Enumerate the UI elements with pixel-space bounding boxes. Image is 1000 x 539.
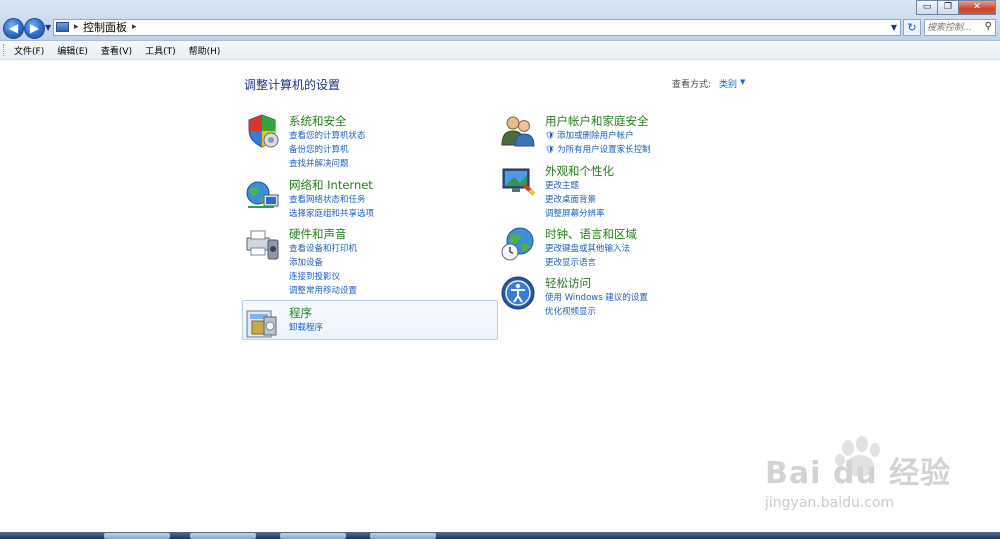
- refresh-button[interactable]: ↻: [903, 19, 921, 36]
- link-display-language[interactable]: 更改显示语言: [545, 256, 630, 270]
- category-title[interactable]: 轻松访问: [545, 275, 591, 291]
- close-button[interactable]: ✕: [958, 0, 996, 15]
- category-links: 查看您的计算机状态 备份您的计算机 查找并解决问题: [289, 129, 366, 171]
- breadcrumb-control-panel[interactable]: 控制面板: [83, 20, 127, 35]
- link-uninstall-program[interactable]: 卸载程序: [289, 321, 323, 335]
- link-connect-projector[interactable]: 连接到投影仪: [289, 270, 357, 284]
- link-troubleshoot[interactable]: 查找并解决问题: [289, 157, 366, 171]
- search-icon[interactable]: ⚲: [985, 21, 992, 32]
- taskbar-button[interactable]: [280, 533, 346, 539]
- breadcrumb-separator[interactable]: ▸: [74, 20, 79, 35]
- link-keyboard-input[interactable]: 更改键盘或其他输入法: [545, 242, 630, 256]
- link-add-remove-accounts[interactable]: 🛡 添加或删除用户帐户: [545, 129, 651, 143]
- category-title[interactable]: 硬件和声音: [289, 226, 347, 242]
- taskbar-button[interactable]: [370, 533, 436, 539]
- users-icon[interactable]: [500, 113, 536, 149]
- link-change-theme[interactable]: 更改主题: [545, 179, 605, 193]
- menu-grip: [3, 44, 7, 56]
- address-dropdown[interactable]: ▼: [891, 20, 897, 35]
- link-homegroup-sharing[interactable]: 选择家庭组和共享选项: [289, 207, 374, 221]
- uac-shield-icon: 🛡: [545, 145, 556, 154]
- search-box[interactable]: ⚲: [924, 19, 996, 36]
- ease-of-access-icon[interactable]: [500, 275, 536, 311]
- link-mobility-settings[interactable]: 调整常用移动设置: [289, 284, 357, 298]
- menu-tools[interactable]: 工具(T): [145, 44, 176, 57]
- window-controls: ▭ ❐ ✕: [916, 0, 996, 16]
- link-network-status[interactable]: 查看网络状态和任务: [289, 193, 374, 207]
- window-titlebar: ▭ ❐ ✕ ◀ ▶ ▼ ▸ 控制面板 ▸ ▼ ↻ ⚲: [0, 0, 1000, 41]
- category-title[interactable]: 系统和安全: [289, 113, 347, 129]
- menu-bar: 文件(F) 编辑(E) 查看(V) 工具(T) 帮助(H): [0, 41, 1000, 60]
- search-input[interactable]: [927, 20, 979, 35]
- link-add-device[interactable]: 添加设备: [289, 256, 357, 270]
- chevron-down-icon[interactable]: ▼: [740, 78, 745, 86]
- printer-icon[interactable]: [244, 226, 280, 262]
- category-title[interactable]: 用户帐户和家庭安全: [545, 113, 649, 129]
- view-by-dropdown[interactable]: 类别: [719, 77, 737, 90]
- category-title[interactable]: 网络和 Internet: [289, 177, 373, 193]
- link-view-computer-status[interactable]: 查看您的计算机状态: [289, 129, 366, 143]
- back-button[interactable]: ◀: [3, 18, 24, 39]
- category-links: 使用 Windows 建议的设置 优化视频显示: [545, 291, 648, 319]
- view-by-label: 查看方式:: [672, 80, 712, 90]
- category-links: 查看设备和打印机 添加设备 连接到投影仪 调整常用移动设置: [289, 242, 357, 298]
- link-parental-controls[interactable]: 🛡 为所有用户设置家长控制: [545, 143, 651, 157]
- minimize-button[interactable]: ▭: [916, 0, 938, 15]
- uac-shield-icon: 🛡: [545, 131, 556, 140]
- category-title[interactable]: 程序: [289, 305, 312, 321]
- menu-help[interactable]: 帮助(H): [189, 44, 221, 57]
- breadcrumb-separator[interactable]: ▸: [132, 20, 137, 35]
- link-text[interactable]: 为所有用户设置家长控制: [557, 145, 651, 155]
- watermark-brand: Bai du 经验: [765, 456, 952, 491]
- taskbar-button[interactable]: [104, 533, 170, 539]
- category-title[interactable]: 时钟、语言和区域: [545, 226, 637, 242]
- link-backup-computer[interactable]: 备份您的计算机: [289, 143, 366, 157]
- maximize-button[interactable]: ❐: [937, 0, 959, 15]
- menu-view[interactable]: 查看(V): [101, 44, 132, 57]
- category-title[interactable]: 外观和个性化: [545, 163, 614, 179]
- arrow-left-icon: ◀: [8, 21, 19, 35]
- link-text[interactable]: 添加或删除用户帐户: [557, 131, 634, 141]
- control-panel-icon: [56, 22, 69, 32]
- page-title: 调整计算机的设置: [244, 78, 341, 92]
- shield-icon[interactable]: [244, 113, 280, 149]
- monitor-paint-icon[interactable]: [500, 163, 536, 199]
- refresh-icon: ↻: [907, 21, 917, 34]
- globe-clock-icon[interactable]: [500, 226, 536, 262]
- programs-icon[interactable]: [244, 305, 280, 341]
- category-programs-highlight[interactable]: [242, 300, 498, 340]
- link-desktop-background[interactable]: 更改桌面背景: [545, 193, 605, 207]
- link-optimize-video[interactable]: 优化视频显示: [545, 305, 648, 319]
- arrow-right-icon: ▶: [29, 21, 40, 35]
- category-links: 更改键盘或其他输入法 更改显示语言: [545, 242, 630, 270]
- link-screen-resolution[interactable]: 调整屏幕分辨率: [545, 207, 605, 221]
- forward-button[interactable]: ▶: [24, 18, 45, 39]
- menu-edit[interactable]: 编辑(E): [57, 44, 88, 57]
- link-recommended-settings[interactable]: 使用 Windows 建议的设置: [545, 291, 648, 305]
- taskbar-button[interactable]: [190, 533, 256, 539]
- category-links: 🛡 添加或删除用户帐户 🛡 为所有用户设置家长控制: [545, 129, 651, 157]
- link-devices-printers[interactable]: 查看设备和打印机: [289, 242, 357, 256]
- address-bar[interactable]: ▸ 控制面板 ▸ ▼: [53, 19, 901, 36]
- menu-file[interactable]: 文件(F): [14, 44, 44, 57]
- watermark-url: jingyan.baidu.com: [765, 495, 895, 511]
- category-links: 查看网络状态和任务 选择家庭组和共享选项: [289, 193, 374, 221]
- chevron-down-icon: ▼: [45, 23, 52, 32]
- taskbar: [0, 532, 1000, 539]
- recent-pages-dropdown[interactable]: ▼: [45, 23, 51, 32]
- network-globe-icon[interactable]: [244, 177, 280, 213]
- category-links: 卸载程序: [289, 321, 323, 335]
- chevron-down-icon: ▼: [890, 23, 897, 32]
- category-links: 更改主题 更改桌面背景 调整屏幕分辨率: [545, 179, 605, 221]
